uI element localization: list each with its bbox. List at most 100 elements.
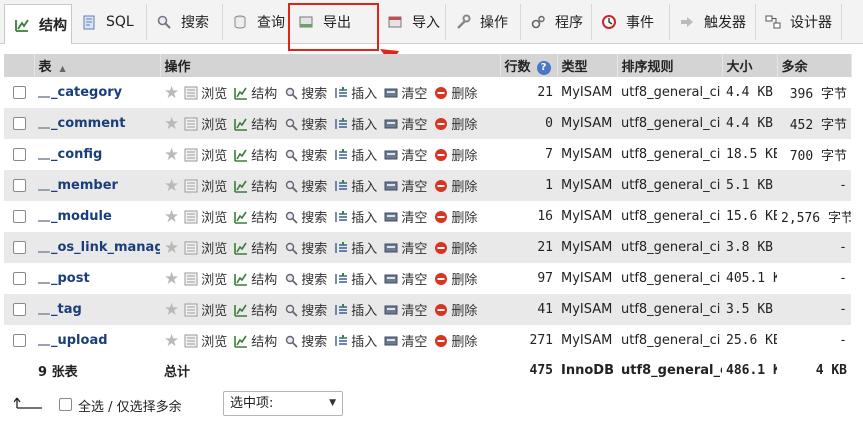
table-name[interactable]: _tag xyxy=(51,302,82,317)
drop-action[interactable]: 删除 xyxy=(433,300,477,319)
row-checkbox[interactable] xyxy=(13,241,26,254)
star-icon[interactable]: ★ xyxy=(164,270,179,287)
insert-action[interactable]: 插入 xyxy=(333,83,377,102)
tab-designer[interactable]: 设计器 xyxy=(756,4,842,40)
structure-action[interactable]: 结构 xyxy=(233,269,277,288)
empty-action[interactable]: 清空 xyxy=(383,269,427,288)
structure-action[interactable]: 结构 xyxy=(233,207,277,226)
search-action[interactable]: 搜索 xyxy=(283,176,327,195)
help-icon[interactable]: ? xyxy=(536,60,551,75)
insert-action[interactable]: 插入 xyxy=(333,238,377,257)
tab-export[interactable]: 导出 xyxy=(289,4,378,40)
header-table[interactable]: 表 ▲ xyxy=(34,54,161,77)
insert-action[interactable]: 插入 xyxy=(333,331,377,350)
row-checkbox[interactable] xyxy=(13,303,26,316)
structure-action[interactable]: 结构 xyxy=(233,83,277,102)
header-size[interactable]: 大小 xyxy=(722,54,778,77)
insert-action[interactable]: 插入 xyxy=(333,300,377,319)
check-all-label[interactable]: 全选 / 仅选择多余 xyxy=(78,396,182,415)
drop-action[interactable]: 删除 xyxy=(433,145,477,164)
table-name[interactable]: _comment xyxy=(51,116,126,131)
table-name-cell[interactable]: _os_link_manage xyxy=(34,232,160,263)
empty-action[interactable]: 清空 xyxy=(383,114,427,133)
empty-action[interactable]: 清空 xyxy=(383,83,427,102)
star-icon[interactable]: ★ xyxy=(164,208,179,225)
browse-action[interactable]: 浏览 xyxy=(183,300,227,319)
table-name[interactable]: _os_link_manage xyxy=(51,240,160,255)
browse-action[interactable]: 浏览 xyxy=(183,238,227,257)
tab-sql[interactable]: SQL xyxy=(72,4,147,40)
empty-action[interactable]: 清空 xyxy=(383,176,427,195)
table-name[interactable]: _module xyxy=(51,209,112,224)
row-checkbox[interactable] xyxy=(13,210,26,223)
empty-action[interactable]: 清空 xyxy=(383,207,427,226)
check-all-checkbox[interactable] xyxy=(59,398,72,411)
tab-triggers[interactable]: 触发器 xyxy=(670,4,756,40)
browse-action[interactable]: 浏览 xyxy=(183,269,227,288)
browse-action[interactable]: 浏览 xyxy=(183,331,227,350)
row-checkbox[interactable] xyxy=(13,86,26,99)
browse-action[interactable]: 浏览 xyxy=(183,83,227,102)
row-checkbox[interactable] xyxy=(13,334,26,347)
browse-action[interactable]: 浏览 xyxy=(183,207,227,226)
table-name-cell[interactable]: _comment xyxy=(34,108,160,139)
insert-action[interactable]: 插入 xyxy=(333,269,377,288)
search-action[interactable]: 搜索 xyxy=(283,238,327,257)
table-name-cell[interactable]: _module xyxy=(34,201,160,232)
insert-action[interactable]: 插入 xyxy=(333,176,377,195)
table-name-cell[interactable]: _post xyxy=(34,263,160,294)
table-name-cell[interactable]: _tag xyxy=(34,294,160,325)
structure-action[interactable]: 结构 xyxy=(233,331,277,350)
search-action[interactable]: 搜索 xyxy=(283,207,327,226)
star-icon[interactable]: ★ xyxy=(164,146,179,163)
header-type[interactable]: 类型 xyxy=(557,54,618,77)
empty-action[interactable]: 清空 xyxy=(383,238,427,257)
star-icon[interactable]: ★ xyxy=(164,239,179,256)
drop-action[interactable]: 删除 xyxy=(433,269,477,288)
table-name[interactable]: _member xyxy=(51,178,118,193)
browse-action[interactable]: 浏览 xyxy=(183,176,227,195)
tab-import[interactable]: 导入 xyxy=(378,4,446,40)
table-name-cell[interactable]: _config xyxy=(34,139,160,170)
tab-routines[interactable]: 程序 xyxy=(521,4,592,40)
row-checkbox[interactable] xyxy=(13,272,26,285)
structure-action[interactable]: 结构 xyxy=(233,238,277,257)
search-action[interactable]: 搜索 xyxy=(283,145,327,164)
table-name-cell[interactable]: _category xyxy=(34,77,160,108)
search-action[interactable]: 搜索 xyxy=(283,331,327,350)
empty-action[interactable]: 清空 xyxy=(383,300,427,319)
star-icon[interactable]: ★ xyxy=(164,332,179,349)
empty-action[interactable]: 清空 xyxy=(383,331,427,350)
browse-action[interactable]: 浏览 xyxy=(183,145,227,164)
drop-action[interactable]: 删除 xyxy=(433,207,477,226)
drop-action[interactable]: 删除 xyxy=(433,176,477,195)
insert-action[interactable]: 插入 xyxy=(333,145,377,164)
browse-action[interactable]: 浏览 xyxy=(183,114,227,133)
star-icon[interactable]: ★ xyxy=(164,115,179,132)
table-name[interactable]: _upload xyxy=(51,333,108,348)
search-action[interactable]: 搜索 xyxy=(283,269,327,288)
tab-events[interactable]: 事件 xyxy=(592,4,670,40)
table-name-cell[interactable]: _member xyxy=(34,170,160,201)
structure-action[interactable]: 结构 xyxy=(233,145,277,164)
header-rows[interactable]: 行数? xyxy=(500,54,558,77)
with-selected-select[interactable]: 选中项: ▼ xyxy=(223,391,343,416)
table-name[interactable]: _category xyxy=(51,85,122,100)
search-action[interactable]: 搜索 xyxy=(283,114,327,133)
row-checkbox[interactable] xyxy=(13,148,26,161)
table-name[interactable]: _config xyxy=(51,147,102,162)
empty-action[interactable]: 清空 xyxy=(383,145,427,164)
row-checkbox[interactable] xyxy=(13,179,26,192)
drop-action[interactable]: 删除 xyxy=(433,238,477,257)
tab-query[interactable]: 查询 xyxy=(223,4,289,40)
structure-action[interactable]: 结构 xyxy=(233,300,277,319)
search-action[interactable]: 搜索 xyxy=(283,83,327,102)
header-collation[interactable]: 排序规则 xyxy=(617,54,723,77)
structure-action[interactable]: 结构 xyxy=(233,176,277,195)
drop-action[interactable]: 删除 xyxy=(433,114,477,133)
tab-operations[interactable]: 操作 xyxy=(446,4,521,40)
table-name[interactable]: _post xyxy=(51,271,90,286)
star-icon[interactable]: ★ xyxy=(164,177,179,194)
insert-action[interactable]: 插入 xyxy=(333,207,377,226)
star-icon[interactable]: ★ xyxy=(164,84,179,101)
